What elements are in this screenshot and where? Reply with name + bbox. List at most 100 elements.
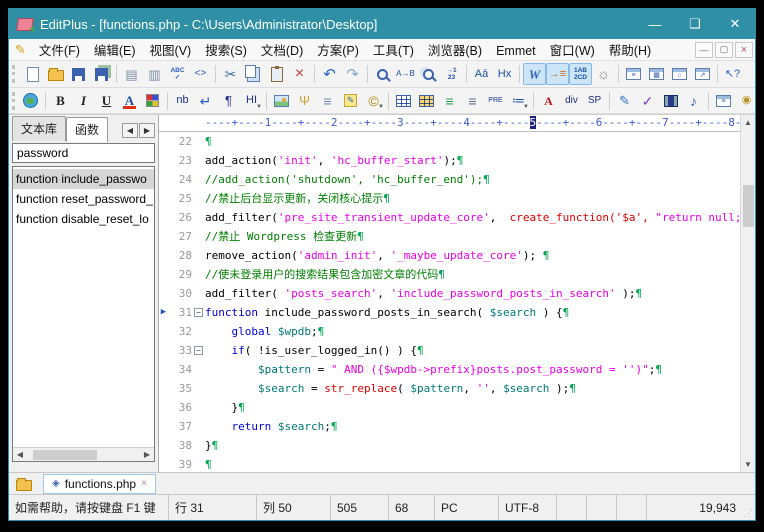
scroll-down-icon[interactable]: ▼ <box>741 457 755 472</box>
editor-vertical-scrollbar[interactable]: ▲ ▼ <box>740 115 755 472</box>
function-list-item[interactable]: function include_passwo <box>13 169 154 189</box>
document-tab-functions-php[interactable]: ◈ functions.php × <box>43 474 156 494</box>
scrollbar-thumb[interactable] <box>743 185 754 227</box>
html-source-button[interactable]: <> <box>189 63 212 85</box>
save-all-button[interactable] <box>90 63 113 85</box>
image-tag-button[interactable] <box>270 90 293 112</box>
list-tag-button[interactable]: ≔▼ <box>507 90 530 112</box>
code-line[interactable]: 30add_filter( 'posts_search', 'include_p… <box>159 284 740 303</box>
horizontal-rule-button[interactable]: ≡ <box>316 90 339 112</box>
function-list-item[interactable]: function disable_reset_lo <box>13 209 154 229</box>
underline-button[interactable]: U <box>95 90 118 112</box>
color-picker-button[interactable] <box>141 90 164 112</box>
anchor-tag-button[interactable]: Ψ <box>293 90 316 112</box>
print-button[interactable]: ▥ <box>143 63 166 85</box>
span-tag-button[interactable]: SP <box>583 90 606 112</box>
special-characters-button[interactable]: ©▼ <box>362 90 385 112</box>
toolbar-grip[interactable] <box>12 92 15 110</box>
toggle-case-button[interactable]: Aā <box>470 63 493 85</box>
menu-item[interactable]: Emmet <box>489 42 543 60</box>
italic-button[interactable]: I <box>72 90 95 112</box>
code-line[interactable]: 38}¶ <box>159 436 740 455</box>
fold-toggle-icon[interactable]: − <box>192 303 205 322</box>
embed-audio-button[interactable]: ♪ <box>682 90 705 112</box>
spell-check-button[interactable]: ABC✓ <box>166 63 189 85</box>
goto-line-button[interactable]: →123 <box>440 63 463 85</box>
maximize-button[interactable]: ❑ <box>675 9 715 39</box>
input-radio-button[interactable]: ◉ <box>735 90 755 112</box>
delete-button[interactable]: × <box>288 63 311 85</box>
font-color-button[interactable]: A <box>118 90 141 112</box>
code-line[interactable]: 26add_filter('pre_site_transient_update_… <box>159 208 740 227</box>
toolbar-grip[interactable] <box>12 65 17 83</box>
browser-button[interactable] <box>19 90 42 112</box>
scroll-up-icon[interactable]: ▲ <box>741 115 755 130</box>
menu-item[interactable]: 编辑(E) <box>87 42 143 60</box>
font-tag-button[interactable]: A <box>537 90 560 112</box>
code-line[interactable]: ▶31−function include_password_posts_in_s… <box>159 303 740 322</box>
code-line[interactable]: 33− if( !is_user_logged_in() ) {¶ <box>159 341 740 360</box>
center-align-button[interactable]: ≡ <box>461 90 484 112</box>
code-line[interactable]: 29//使未登录用户的搜索结果包含加密文章的代码¶ <box>159 265 740 284</box>
code-line[interactable]: 34 $pattern = " AND ({$wpdb->prefix}post… <box>159 360 740 379</box>
non-breaking-space-button[interactable]: nb <box>171 90 194 112</box>
browser-window-button[interactable]: ↗ <box>691 63 714 85</box>
open-directory-button[interactable] <box>13 475 35 493</box>
paste-button[interactable] <box>265 63 288 85</box>
save-button[interactable] <box>67 63 90 85</box>
div-tag-button[interactable]: div <box>560 90 583 112</box>
code-line[interactable]: 28remove_action('admin_init', '_maybe_up… <box>159 246 740 265</box>
pre-tag-button[interactable]: PRE <box>484 90 507 112</box>
scrollbar-thumb[interactable] <box>33 450 97 460</box>
view-in-browser-button[interactable]: ○ <box>668 63 691 85</box>
code-line[interactable]: 23add_action('init', 'hc_buffer_start');… <box>159 151 740 170</box>
help-button[interactable]: ↖? <box>721 63 744 85</box>
sidebar-tab-functions[interactable]: 函数 <box>66 117 108 142</box>
menu-item[interactable]: 文件(F) <box>32 42 87 60</box>
menu-item[interactable]: 浏览器(B) <box>421 42 489 60</box>
embed-media-button[interactable] <box>659 90 682 112</box>
menu-item[interactable]: 文档(D) <box>254 42 310 60</box>
tab-close-icon[interactable]: × <box>141 478 147 489</box>
menu-item[interactable]: 搜索(S) <box>198 42 254 60</box>
copy-button[interactable] <box>242 63 265 85</box>
align-paragraph-button[interactable]: ≡ <box>438 90 461 112</box>
form-tag-button[interactable]: ✎ <box>613 90 636 112</box>
code-line[interactable]: 39¶ <box>159 455 740 472</box>
menu-item[interactable]: 视图(V) <box>143 42 199 60</box>
close-button[interactable]: ✕ <box>715 9 755 39</box>
table-cell-tag-button[interactable] <box>415 90 438 112</box>
comment-note-button[interactable]: ✎ <box>339 90 362 112</box>
find-button[interactable] <box>371 63 394 85</box>
line-numbers-button[interactable]: 1AB2CD <box>569 63 592 85</box>
paragraph-tag-button[interactable]: ¶ <box>217 90 240 112</box>
dropdown-arrow-icon[interactable]: ▼ <box>523 104 529 110</box>
print-preview-button[interactable]: ▤ <box>120 63 143 85</box>
hex-viewer-button[interactable]: Hx <box>493 63 516 85</box>
code-line[interactable]: 25//禁止后台显示更新，关闭核心提示¶ <box>159 189 740 208</box>
heading-tag-button[interactable]: HI▼ <box>240 90 263 112</box>
line-break-button[interactable]: ↵ <box>194 90 217 112</box>
mdi-close-button[interactable]: × <box>735 42 753 58</box>
fold-toggle-icon[interactable]: − <box>192 341 205 360</box>
sidebar-tab-cliptext[interactable]: 文本库 <box>12 116 66 141</box>
mdi-restore-button[interactable]: ▢ <box>715 42 733 58</box>
dropdown-arrow-icon[interactable]: ▼ <box>378 104 384 110</box>
undo-button[interactable]: ↶ <box>318 63 341 85</box>
code-line[interactable]: 37 return $search;¶ <box>159 417 740 436</box>
code-line[interactable]: 36 }¶ <box>159 398 740 417</box>
function-list-item[interactable]: function reset_password_ <box>13 189 154 209</box>
code-line[interactable]: 32 global $wpdb;¶ <box>159 322 740 341</box>
resize-grip[interactable]: ⋰ <box>742 495 755 520</box>
code-line[interactable]: 24//add_action('shutdown', 'hc_buffer_en… <box>159 170 740 189</box>
scroll-right-icon[interactable]: ▶ <box>140 450 154 459</box>
sidebar-horizontal-scrollbar[interactable]: ◀ ▶ <box>13 447 154 461</box>
code-canvas[interactable]: 22¶23add_action('init', 'hc_buffer_start… <box>159 132 740 472</box>
menu-item[interactable]: 方案(P) <box>310 42 366 60</box>
open-file-button[interactable] <box>44 63 67 85</box>
auto-indent-button[interactable]: →≡ <box>546 63 569 85</box>
menu-item[interactable]: 窗口(W) <box>543 42 602 60</box>
cut-button[interactable]: ✂ <box>219 63 242 85</box>
preferences-button[interactable]: ☼ <box>592 63 615 85</box>
word-wrap-button[interactable]: W <box>523 63 546 85</box>
